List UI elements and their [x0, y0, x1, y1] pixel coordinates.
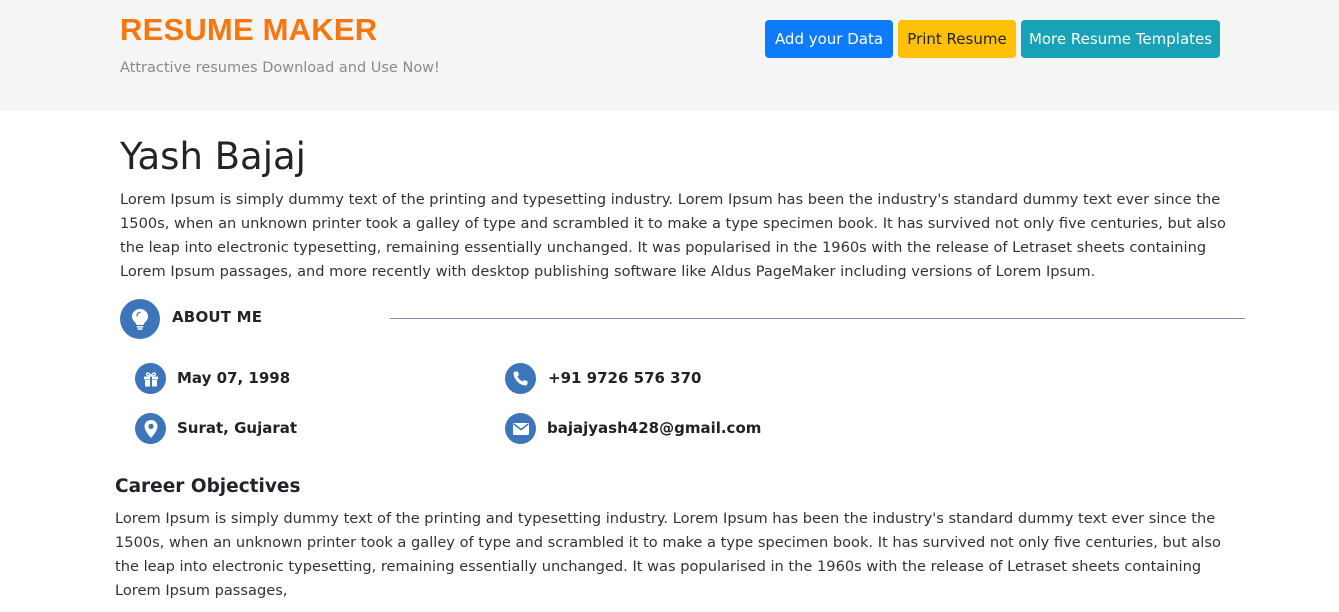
resume-name: Yash Bajaj — [120, 135, 306, 178]
date-of-birth-value: May 07, 1998 — [177, 369, 291, 387]
map-marker-icon — [135, 413, 166, 444]
phone-icon — [505, 363, 536, 394]
add-your-data-button[interactable]: Add your Data — [765, 20, 893, 58]
envelope-icon — [505, 413, 536, 444]
location-value: Surat, Gujarat — [177, 419, 298, 437]
lightbulb-icon — [120, 299, 160, 339]
more-resume-templates-button[interactable]: More Resume Templates — [1021, 20, 1220, 58]
about-me-heading: ABOUT ME — [172, 308, 263, 326]
section-divider — [390, 318, 1245, 319]
gift-icon — [135, 363, 166, 394]
career-objectives-paragraph: Lorem Ipsum is simply dummy text of the … — [115, 510, 1221, 599]
phone-value: +91 9726 576 370 — [548, 369, 702, 387]
brand-tagline: Attractive resumes Download and Use Now! — [120, 60, 440, 76]
brand-title: RESUME MAKER — [120, 12, 378, 47]
header-bar: RESUME MAKER Attractive resumes Download… — [0, 0, 1339, 111]
print-resume-button[interactable]: Print Resume — [898, 20, 1016, 58]
intro-paragraph: Lorem Ipsum is simply dummy text of the … — [120, 191, 1226, 280]
career-objectives-heading: Career Objectives — [115, 476, 301, 497]
email-value: bajajyash428@gmail.com — [547, 419, 762, 437]
